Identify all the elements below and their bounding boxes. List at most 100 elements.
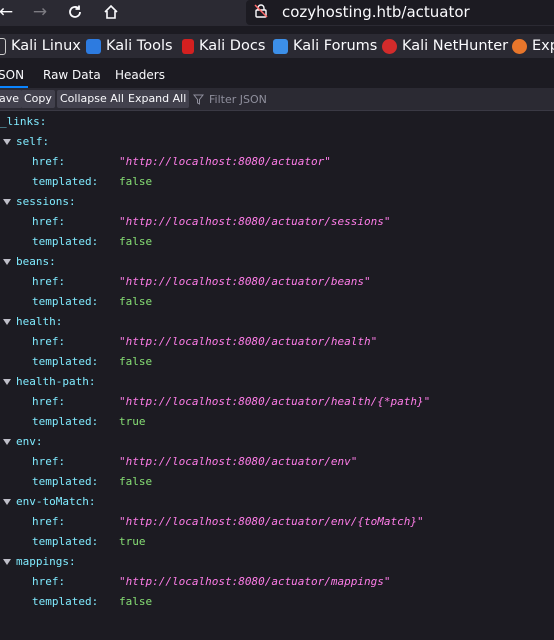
json-key-templated: templated: xyxy=(32,415,99,428)
json-key-templated: templated: xyxy=(32,475,99,488)
bookmark-label: Kali Tools xyxy=(106,38,173,54)
bookmark-kali-nethunter[interactable]: Kali NetHunter xyxy=(382,34,508,58)
home-icon[interactable] xyxy=(99,0,123,24)
tree-row-links[interactable]: _links: xyxy=(0,112,554,132)
json-key: _links: xyxy=(0,115,47,128)
json-value-href: "http://localhost:8080/actuator/health/{… xyxy=(119,395,431,408)
json-value-href: "http://localhost:8080/actuator/beans" xyxy=(119,275,371,288)
json-value-href: "http://localhost:8080/actuator/health" xyxy=(119,335,378,348)
json-key-templated: templated: xyxy=(32,535,99,548)
tree-row-href[interactable]: href: "http://localhost:8080/actuator/he… xyxy=(0,332,554,352)
tab-headers[interactable]: Headers xyxy=(115,62,165,88)
tree-row-href[interactable]: href: "http://localhost:8080/actuator/en… xyxy=(0,512,554,532)
bookmark-kali-docs[interactable]: Kali Docs xyxy=(182,34,265,58)
json-viewer-tabs: SON Raw Data Headers xyxy=(0,62,554,88)
tree-row-entry[interactable]: health-path: xyxy=(0,372,554,392)
json-value-templated: true xyxy=(119,535,146,548)
tree-row-templated[interactable]: templated: false xyxy=(0,352,554,372)
json-value-templated: false xyxy=(119,235,153,248)
expand-twisty-icon[interactable] xyxy=(3,139,11,145)
json-key-templated: templated: xyxy=(32,175,99,188)
json-key: env-toMatch: xyxy=(16,495,96,508)
tree-row-entry[interactable]: health: xyxy=(0,312,554,332)
kali-dragon-icon xyxy=(0,37,6,55)
tree-row-href[interactable]: href: "http://localhost:8080/actuator/ma… xyxy=(0,572,554,592)
bookmark-kali-linux[interactable]: Kali Linux xyxy=(0,34,81,58)
json-value-templated: false xyxy=(119,475,153,488)
tree-row-templated[interactable]: templated: false xyxy=(0,472,554,492)
tree-row-templated[interactable]: templated: false xyxy=(0,172,554,192)
bookmark-exploit-db[interactable]: Exp xyxy=(512,34,554,58)
tree-row-entry[interactable]: env: xyxy=(0,432,554,452)
expand-twisty-icon[interactable] xyxy=(3,379,11,385)
kali-forums-icon xyxy=(273,38,288,54)
json-key: health-path: xyxy=(16,375,96,388)
json-value-templated: false xyxy=(119,595,153,608)
save-button[interactable]: ave xyxy=(0,90,23,108)
tree-row-entry[interactable]: env-toMatch: xyxy=(0,492,554,512)
bookmark-kali-forums[interactable]: Kali Forums xyxy=(273,34,377,58)
copy-button[interactable]: Copy xyxy=(21,90,55,108)
tree-row-entry[interactable]: self: xyxy=(0,132,554,152)
json-key-templated: templated: xyxy=(32,355,99,368)
back-arrow-icon[interactable]: ← xyxy=(0,0,18,24)
json-value-href: "http://localhost:8080/actuator/sessions… xyxy=(119,215,391,228)
json-key: env: xyxy=(16,435,43,448)
tab-raw-data[interactable]: Raw Data xyxy=(43,62,101,88)
json-key-href: href: xyxy=(32,275,66,288)
json-key: health: xyxy=(16,315,63,328)
expand-twisty-icon[interactable] xyxy=(3,199,11,205)
url-bar[interactable]: cozyhosting.htb/actuator xyxy=(246,0,554,25)
expand-twisty-icon[interactable] xyxy=(3,559,11,565)
tree-row-entry[interactable]: sessions: xyxy=(0,192,554,212)
json-value-templated: false xyxy=(119,295,153,308)
bookmark-kali-tools[interactable]: Kali Tools xyxy=(86,34,173,58)
filter-json-input[interactable]: Filter JSON xyxy=(193,89,267,109)
tree-row-templated[interactable]: templated: true xyxy=(0,412,554,432)
expand-twisty-icon[interactable] xyxy=(3,439,11,445)
reload-icon[interactable] xyxy=(63,0,87,24)
filter-placeholder: Filter JSON xyxy=(209,92,267,106)
json-key-href: href: xyxy=(32,155,66,168)
json-key-href: href: xyxy=(32,515,66,528)
navigation-bar: ← → cozyhosting.htb/actuator xyxy=(0,0,554,26)
json-key-templated: templated: xyxy=(32,595,99,608)
json-value-templated: false xyxy=(119,175,153,188)
kali-nethunter-icon xyxy=(382,38,397,54)
url-text[interactable]: cozyhosting.htb/actuator xyxy=(282,1,470,23)
expand-twisty-icon[interactable] xyxy=(3,259,11,265)
json-key-href: href: xyxy=(32,335,66,348)
bookmark-label: Kali Forums xyxy=(293,38,378,54)
tree-row-templated[interactable]: templated: true xyxy=(0,532,554,552)
bookmark-label: Kali NetHunter xyxy=(402,38,509,54)
tree-row-entry[interactable]: beans: xyxy=(0,252,554,272)
expand-twisty-icon[interactable] xyxy=(3,499,11,505)
kali-tools-icon xyxy=(86,38,101,54)
expand-all-button[interactable]: Expand All xyxy=(125,90,190,108)
json-value-templated: true xyxy=(119,415,146,428)
tree-row-entry[interactable]: mappings: xyxy=(0,552,554,572)
tree-row-templated[interactable]: templated: false xyxy=(0,592,554,612)
expand-twisty-icon[interactable] xyxy=(3,319,11,325)
json-key-href: href: xyxy=(32,455,66,468)
kali-docs-icon xyxy=(182,38,194,54)
bookmark-label: Kali Docs xyxy=(199,38,266,54)
json-value-templated: false xyxy=(119,355,153,368)
tree-row-templated[interactable]: templated: false xyxy=(0,232,554,252)
collapse-all-button[interactable]: Collapse All xyxy=(57,90,127,108)
forward-arrow-icon[interactable]: → xyxy=(28,0,52,24)
json-key-href: href: xyxy=(32,395,66,408)
tree-row-href[interactable]: href: "http://localhost:8080/actuator/en… xyxy=(0,452,554,472)
exploit-db-icon xyxy=(512,38,527,54)
tree-row-href[interactable]: href: "http://localhost:8080/actuator/be… xyxy=(0,272,554,292)
tree-row-href[interactable]: href: "http://localhost:8080/actuator" xyxy=(0,152,554,172)
insecure-lock-icon[interactable] xyxy=(254,4,268,18)
tree-row-href[interactable]: href: "http://localhost:8080/actuator/se… xyxy=(0,212,554,232)
json-key: sessions: xyxy=(16,195,76,208)
tab-json[interactable]: SON xyxy=(0,62,29,88)
tree-row-href[interactable]: href: "http://localhost:8080/actuator/he… xyxy=(0,392,554,412)
json-key: self: xyxy=(16,135,50,148)
json-key: mappings: xyxy=(16,555,76,568)
json-value-href: "http://localhost:8080/actuator/env/{toM… xyxy=(119,515,424,528)
tree-row-templated[interactable]: templated: false xyxy=(0,292,554,312)
